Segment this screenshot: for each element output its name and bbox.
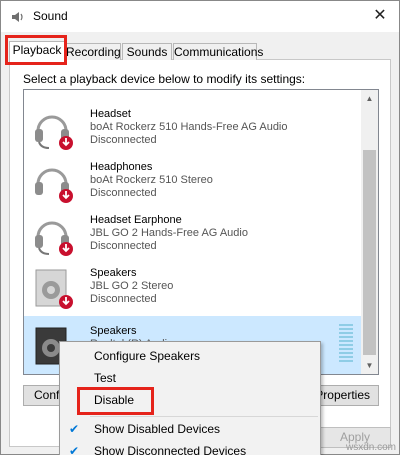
menu-separator [90, 416, 318, 417]
menu-item-label: Test [94, 371, 117, 385]
device-name: Headphones [90, 161, 153, 173]
menu-item-test[interactable]: Test [61, 367, 319, 389]
device-list[interactable]: Headset boAt Rockerz 510 Hands-Free AG A… [23, 89, 379, 375]
playback-tab-highlight [5, 35, 67, 65]
device-description: boAt Rockerz 510 Hands-Free AG Audio [90, 121, 288, 133]
checkmark-icon: ✔ [69, 444, 80, 455]
scroll-down-arrow-icon[interactable]: ▼ [361, 357, 378, 374]
headphones-icon [35, 168, 73, 203]
device-status: Disconnected [90, 293, 157, 305]
device-description: JBL GO 2 Stereo [90, 280, 174, 292]
tab-label: Recording [66, 45, 121, 59]
tab-recording[interactable]: Recording [65, 43, 121, 60]
device-item-headphones[interactable]: Headphones boAt Rockerz 510 Stereo Disco… [24, 152, 363, 205]
menu-item-show-disconnected-devices[interactable]: ✔ Show Disconnected Devices [61, 440, 319, 455]
tab-communications[interactable]: Communications [173, 43, 263, 60]
device-status: Disconnected [90, 187, 157, 199]
instruction-text: Select a playback device below to modify… [23, 72, 306, 86]
headset-icon [35, 115, 73, 150]
close-icon[interactable]: ✕ [369, 5, 391, 27]
device-name: Headset [90, 108, 131, 120]
scroll-up-arrow-icon[interactable]: ▲ [361, 90, 378, 107]
device-name: Speakers [90, 267, 137, 279]
device-description: JBL GO 2 Hands-Free AG Audio [90, 227, 248, 239]
tab-sounds[interactable]: Sounds [122, 43, 172, 60]
speakers-icon [35, 269, 73, 309]
device-name: Headset Earphone [90, 214, 182, 226]
volume-level-meter [339, 324, 353, 364]
device-item-headset[interactable]: Headset boAt Rockerz 510 Hands-Free AG A… [24, 99, 363, 152]
tab-label: Communications [174, 45, 264, 59]
tab-label: Sounds [126, 45, 168, 59]
menu-item-configure-speakers[interactable]: Configure Speakers [61, 345, 319, 367]
device-description: boAt Rockerz 510 Stereo [90, 174, 213, 186]
device-name: Speakers [90, 325, 137, 337]
scroll-thumb[interactable] [363, 150, 376, 355]
disable-option-highlight [77, 387, 154, 415]
menu-item-label: Show Disconnected Devices [94, 444, 247, 455]
device-item-speakers-jbl[interactable]: Speakers JBL GO 2 Stereo Disconnected [24, 258, 363, 311]
watermark: wsxdn.com [345, 442, 396, 453]
checkmark-icon: ✔ [69, 422, 80, 436]
speaker-app-icon [12, 12, 23, 22]
window-title: Sound [33, 9, 68, 23]
vertical-scrollbar[interactable]: ▲ ▼ [361, 90, 378, 374]
menu-item-show-disabled-devices[interactable]: ✔ Show Disabled Devices [61, 418, 319, 440]
title-bar: Sound ✕ [1, 1, 399, 32]
device-status: Disconnected [90, 134, 157, 146]
device-status: Disconnected [90, 240, 157, 252]
device-item-headset-earphone[interactable]: Headset Earphone JBL GO 2 Hands-Free AG … [24, 205, 363, 258]
menu-item-label: Configure Speakers [94, 349, 201, 363]
headset-earphone-icon [35, 221, 73, 256]
menu-item-label: Show Disabled Devices [94, 422, 221, 436]
